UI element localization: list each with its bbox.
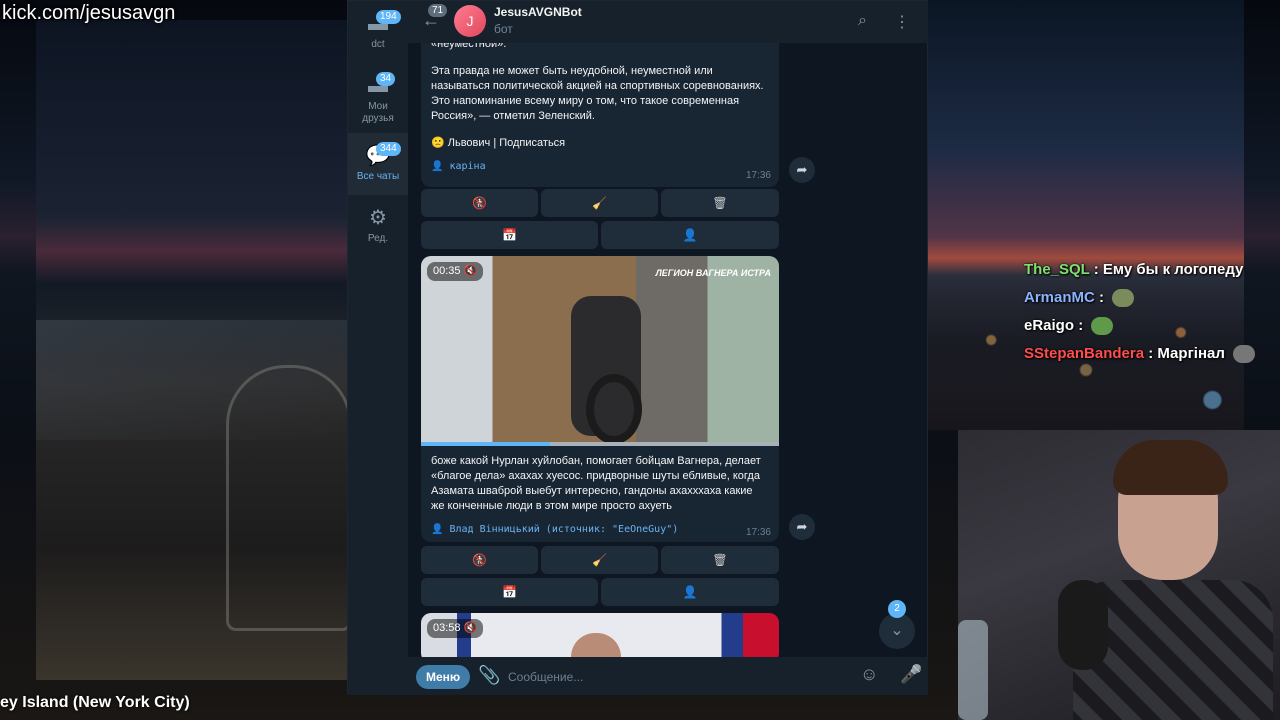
- unread-badge: 344: [376, 142, 401, 156]
- chat-line: SStepanBandera : Маргінал: [1024, 342, 1264, 370]
- chat-line: The_SQL : Ему бы к логопеду: [1024, 258, 1264, 286]
- emote-icon: [1233, 345, 1256, 364]
- message-body: боже какой Нурлан хуйлобан, помогает бой…: [431, 455, 761, 512]
- chat-username: ArmanMC: [1024, 289, 1095, 306]
- webcam-feed: [958, 430, 1280, 720]
- share-icon[interactable]: ➦: [789, 514, 815, 540]
- video-player[interactable]: ЛЕГИОН ВАГНЕРА ИСТРА 00:35 🔇: [421, 256, 779, 446]
- chat-username: The_SQL: [1024, 261, 1090, 278]
- message-bubble: 03:58 🔇: [421, 613, 779, 657]
- sliders-icon: ⚙: [369, 207, 387, 229]
- video-progress-fill: [421, 442, 550, 446]
- message-list: «неуместной». Эта правда не может быть н…: [408, 43, 928, 657]
- stream-background-left: [36, 20, 352, 680]
- calendar-button[interactable]: 📅: [421, 578, 598, 606]
- message-text: «неуместной». Эта правда не может быть н…: [421, 43, 779, 151]
- bottle-shape: [958, 620, 988, 720]
- folder-edit[interactable]: ⚙ Ред.: [348, 195, 408, 257]
- bot-menu-button[interactable]: Меню: [416, 665, 471, 689]
- broom-button[interactable]: 🧹: [541, 546, 658, 574]
- microphone-shape: [1058, 580, 1108, 670]
- video-duration: 03:58 🔇: [427, 619, 484, 638]
- emoji-icon[interactable]: ☺: [860, 664, 878, 685]
- microphone-icon[interactable]: 🎤: [900, 664, 922, 685]
- chat-title[interactable]: JesusAVGNBot: [494, 5, 582, 19]
- chat-line: ArmanMC :: [1024, 286, 1264, 314]
- telegram-window: ▬ 194 dct ▬ 34 Мои друзья 💬 344 Все чаты…: [347, 0, 928, 695]
- unread-badge: 71: [428, 4, 448, 17]
- calendar-button[interactable]: 📅: [421, 221, 598, 249]
- user-button[interactable]: 👤: [601, 221, 779, 249]
- message-author: 👤 каріна: [431, 161, 486, 172]
- video-watermark: ЛЕГИОН ВАГНЕРА ИСТРА: [655, 268, 771, 278]
- chat-message: :: [1099, 289, 1105, 306]
- unread-badge: 194: [376, 10, 401, 24]
- user-button[interactable]: 👤: [601, 578, 779, 606]
- avatar[interactable]: J: [454, 5, 486, 37]
- chat-username: SStepanBandera: [1024, 345, 1145, 362]
- message-body: Эта правда не может быть неудобной, неум…: [431, 65, 764, 122]
- message-author: 👤 Влад Вінницький (источник: "EeOneGuy"): [431, 524, 679, 535]
- mute-icon: 🔇: [463, 622, 478, 634]
- inline-keyboard-row: 🚷 🧹 🗑: [421, 189, 779, 217]
- more-menu-icon[interactable]: ⋮: [894, 12, 910, 32]
- broom-button[interactable]: 🧹: [541, 189, 658, 217]
- mute-icon: 🔇: [463, 265, 478, 277]
- video-progress: [421, 442, 779, 446]
- message-bubble: ЛЕГИОН ВАГНЕРА ИСТРА 00:35 🔇 боже какой …: [421, 256, 779, 542]
- folder-sidebar: ▬ 194 dct ▬ 34 Мои друзья 💬 344 Все чаты…: [348, 1, 408, 695]
- folder-label: Все чаты: [356, 171, 400, 182]
- message-time: 17:36: [745, 170, 771, 181]
- no-entry-button[interactable]: 🚷: [421, 546, 538, 574]
- folder-label: dct: [371, 39, 385, 50]
- video-wheel-shape: [586, 374, 642, 444]
- streamer-hair: [1113, 440, 1228, 495]
- message-bubble: «неуместной». Эта правда не может быть н…: [421, 43, 779, 187]
- message-time: 17:36: [745, 527, 771, 538]
- attach-icon[interactable]: 📎: [478, 665, 500, 686]
- chat-message: : Ему бы к логопеду: [1093, 261, 1244, 278]
- unread-badge: 34: [376, 72, 396, 86]
- inline-keyboard-row: 🚷 🧹 🗑: [421, 546, 779, 574]
- stream-url: kick.com/jesusavgn: [2, 2, 176, 24]
- channel-signature[interactable]: 🙁 Львович | Подписаться: [431, 136, 769, 151]
- chat-line: eRaigo :: [1024, 314, 1264, 342]
- video-duration: 00:35 🔇: [427, 262, 484, 281]
- folder-all-chats[interactable]: 💬 344 Все чаты: [348, 133, 408, 195]
- inline-keyboard-row: 📅 👤: [421, 578, 779, 606]
- composer-bar: Меню 📎 ☺ 🎤: [408, 657, 928, 695]
- inline-keyboard-row: 📅 👤: [421, 221, 779, 249]
- scroll-unread-badge: 2: [888, 600, 906, 618]
- delete-button[interactable]: 🗑: [661, 546, 779, 574]
- chat-message: : Маргінал: [1148, 345, 1225, 362]
- delete-button[interactable]: 🗑: [661, 189, 779, 217]
- no-entry-button[interactable]: 🚷: [421, 189, 538, 217]
- chat-header: ← 71 J JesusAVGNBot бот ⌕ ⋮: [408, 1, 928, 43]
- stream-chat: The_SQL : Ему бы к логопеду ArmanMC : eR…: [1024, 258, 1264, 370]
- message-input[interactable]: [506, 665, 850, 689]
- emote-icon: [1112, 289, 1135, 308]
- stream-location: ey Island (New York City): [0, 694, 190, 711]
- folder-label: Мои друзья: [362, 101, 394, 124]
- folder-label: Ред.: [367, 233, 389, 244]
- rollercoaster-shape: [226, 365, 352, 631]
- folder-friends[interactable]: ▬ 34 Мои друзья: [348, 63, 408, 125]
- scroll-down-button[interactable]: ⌄: [879, 613, 915, 649]
- folder-dct[interactable]: ▬ 194 dct: [348, 1, 408, 63]
- share-icon[interactable]: ➦: [789, 157, 815, 183]
- search-icon[interactable]: ⌕: [858, 12, 867, 30]
- video-player[interactable]: 03:58 🔇: [421, 613, 779, 657]
- chat-message: :: [1078, 317, 1084, 334]
- message-text-fragment: «неуместной».: [431, 43, 507, 50]
- chat-subtitle: бот: [494, 22, 513, 36]
- chat-username: eRaigo: [1024, 317, 1075, 334]
- emote-icon: [1091, 317, 1114, 336]
- video-person-shape: [571, 633, 621, 657]
